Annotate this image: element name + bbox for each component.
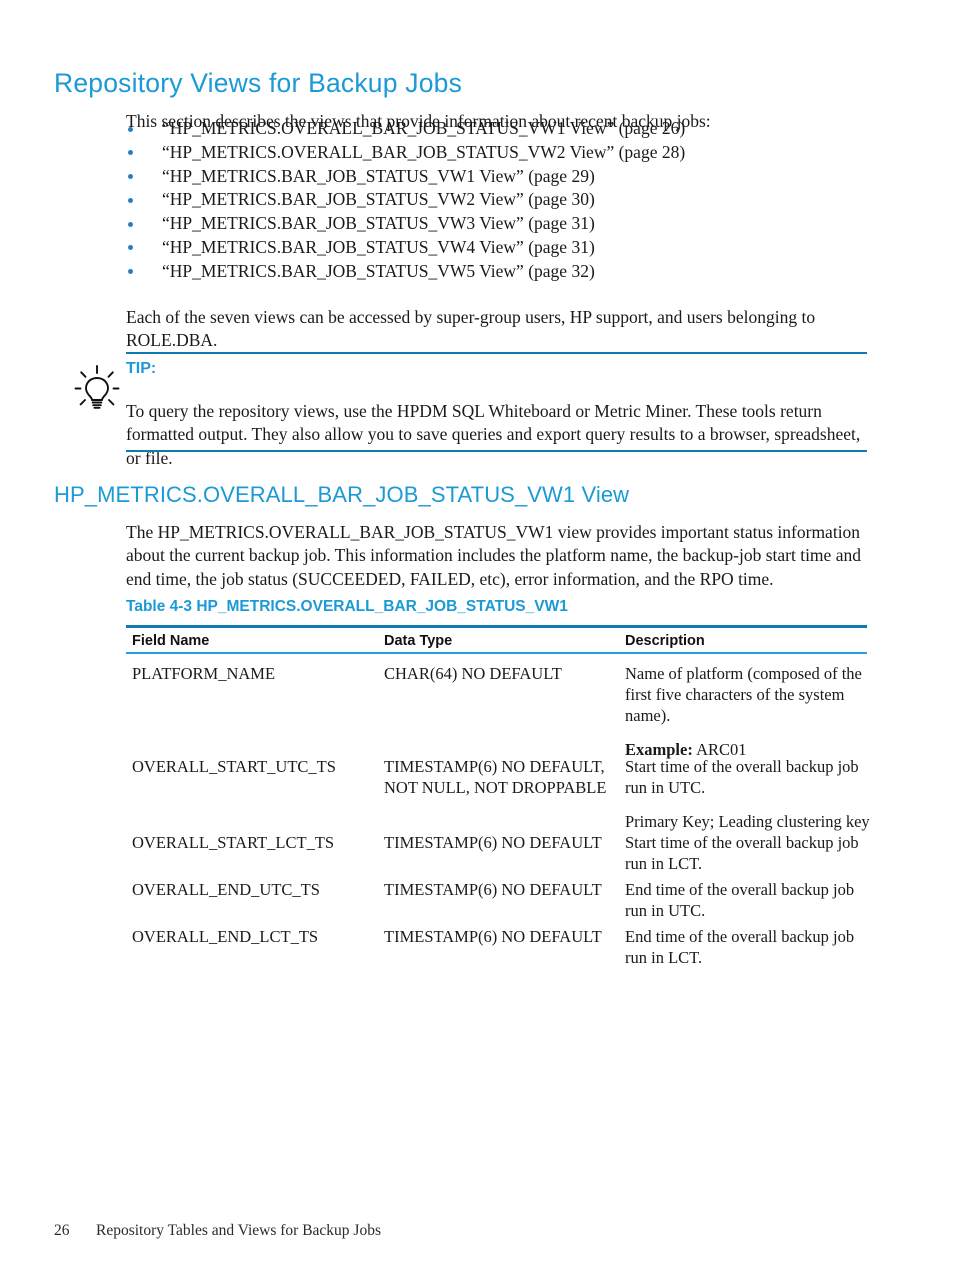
- tip-rule-bottom: [126, 450, 867, 452]
- list-item[interactable]: “HP_METRICS.OVERALL_BAR_JOB_STATUS_VW2 V…: [126, 141, 886, 165]
- cell-data-type: CHAR(64) NO DEFAULT: [384, 664, 562, 683]
- table-top-rule: [126, 625, 867, 628]
- page-title: Repository Views for Backup Jobs: [54, 67, 463, 98]
- cell-data-type-wrap: TIMESTAMP(6) NO DEFAULT: [384, 926, 620, 947]
- tip-body-text: To query the repository views, use the H…: [126, 400, 861, 468]
- cell-data-type: TIMESTAMP(6) NO DEFAULT: [384, 833, 602, 852]
- lightbulb-icon: [74, 362, 120, 412]
- table-row: OVERALL_START_UTC_TS: [132, 756, 376, 777]
- access-paragraph: Each of the seven views can be accessed …: [126, 306, 816, 351]
- bullet-icon: [128, 269, 133, 275]
- list-item[interactable]: “HP_METRICS.OVERALL_BAR_JOB_STATUS_VW1 V…: [126, 117, 886, 141]
- list-item[interactable]: “HP_METRICS.BAR_JOB_STATUS_VW1 View” (pa…: [126, 165, 886, 189]
- bullet-icon: [128, 150, 133, 156]
- cell-description-wrap: Start time of the overall backup job run…: [625, 756, 871, 832]
- bullet-icon: [128, 221, 133, 227]
- cell-description: Start time of the overall backup job run…: [625, 833, 859, 873]
- list-item-label: “HP_METRICS.BAR_JOB_STATUS_VW2 View” (pa…: [162, 189, 595, 210]
- page-footer: 26 Repository Tables and Views for Backup…: [54, 1222, 381, 1240]
- cell-note: Primary Key; Leading clustering key: [625, 811, 871, 832]
- table-header-rule: [126, 652, 867, 654]
- cell-data-type: TIMESTAMP(6) NO DEFAULT, NOT NULL, NOT D…: [384, 757, 607, 797]
- cell-description-wrap: End time of the overall backup job run i…: [625, 879, 871, 921]
- list-item-label: “HP_METRICS.BAR_JOB_STATUS_VW1 View” (pa…: [162, 165, 595, 186]
- bullet-icon: [128, 174, 133, 180]
- cell-description: End time of the overall backup job run i…: [625, 927, 855, 967]
- cell-field-name: PLATFORM_NAME: [132, 664, 276, 683]
- cell-note-value: Primary Key; Leading clustering key: [625, 812, 870, 831]
- cell-field-name: OVERALL_START_LCT_TS: [132, 833, 335, 852]
- cell-data-type: TIMESTAMP(6) NO DEFAULT: [384, 927, 602, 946]
- table-row: PLATFORM_NAME: [132, 663, 376, 684]
- section-paragraph: The HP_METRICS.OVERALL_BAR_JOB_STATUS_VW…: [126, 521, 861, 589]
- cell-field-name: OVERALL_START_UTC_TS: [132, 757, 336, 776]
- cell-description: Name of platform (composed of the first …: [625, 664, 862, 725]
- tip-rule-top: [126, 352, 867, 354]
- cell-data-type: TIMESTAMP(6) NO DEFAULT: [384, 880, 602, 899]
- list-item[interactable]: “HP_METRICS.BAR_JOB_STATUS_VW3 View” (pa…: [126, 212, 886, 236]
- document-page: Repository Views for Backup Jobs This se…: [0, 0, 954, 1271]
- table-caption: Table 4-3 HP_METRICS.OVERALL_BAR_JOB_STA…: [126, 598, 568, 615]
- table-row: OVERALL_END_LCT_TS: [132, 926, 376, 947]
- cell-field-name: OVERALL_END_LCT_TS: [132, 927, 319, 946]
- list-item-label: “HP_METRICS.BAR_JOB_STATUS_VW5 View” (pa…: [162, 260, 595, 281]
- list-item[interactable]: “HP_METRICS.BAR_JOB_STATUS_VW4 View” (pa…: [126, 236, 886, 260]
- cell-data-type-wrap: CHAR(64) NO DEFAULT: [384, 663, 620, 684]
- cell-field-name: OVERALL_END_UTC_TS: [132, 880, 320, 899]
- cell-data-type-wrap: TIMESTAMP(6) NO DEFAULT: [384, 879, 620, 900]
- table-row: OVERALL_END_UTC_TS: [132, 879, 376, 900]
- tip-label: TIP:: [126, 360, 157, 377]
- bullet-icon: [128, 126, 133, 132]
- list-item-label: “HP_METRICS.BAR_JOB_STATUS_VW4 View” (pa…: [162, 236, 595, 257]
- cell-description-wrap: End time of the overall backup job run i…: [625, 926, 871, 968]
- bullet-icon: [128, 197, 133, 203]
- view-links-list: “HP_METRICS.OVERALL_BAR_JOB_STATUS_VW1 V…: [126, 117, 886, 284]
- table-column-header-data-type: Data Type: [384, 633, 453, 649]
- table-row: OVERALL_START_LCT_TS: [132, 832, 376, 853]
- table-column-header-field-name: Field Name: [132, 633, 210, 649]
- cell-description: Start time of the overall backup job run…: [625, 757, 859, 797]
- list-item[interactable]: “HP_METRICS.BAR_JOB_STATUS_VW2 View” (pa…: [126, 188, 886, 212]
- table-column-header-description: Description: [625, 633, 705, 649]
- bullet-icon: [128, 245, 133, 251]
- section-heading: HP_METRICS.OVERALL_BAR_JOB_STATUS_VW1 Vi…: [54, 482, 630, 508]
- cell-description-wrap: Name of platform (composed of the first …: [625, 663, 871, 760]
- list-item[interactable]: “HP_METRICS.BAR_JOB_STATUS_VW5 View” (pa…: [126, 260, 886, 284]
- list-item-label: “HP_METRICS.BAR_JOB_STATUS_VW3 View” (pa…: [162, 213, 595, 234]
- footer-page-number: 26: [54, 1222, 70, 1239]
- cell-description: End time of the overall backup job run i…: [625, 880, 855, 920]
- cell-data-type-wrap: TIMESTAMP(6) NO DEFAULT, NOT NULL, NOT D…: [384, 756, 620, 798]
- footer-chapter-title: Repository Tables and Views for Backup J…: [96, 1222, 381, 1239]
- cell-description-wrap: Start time of the overall backup job run…: [625, 832, 871, 874]
- list-item-label: “HP_METRICS.OVERALL_BAR_JOB_STATUS_VW1 V…: [162, 118, 686, 138]
- list-item-label: “HP_METRICS.OVERALL_BAR_JOB_STATUS_VW2 V…: [162, 141, 686, 162]
- cell-data-type-wrap: TIMESTAMP(6) NO DEFAULT: [384, 832, 620, 853]
